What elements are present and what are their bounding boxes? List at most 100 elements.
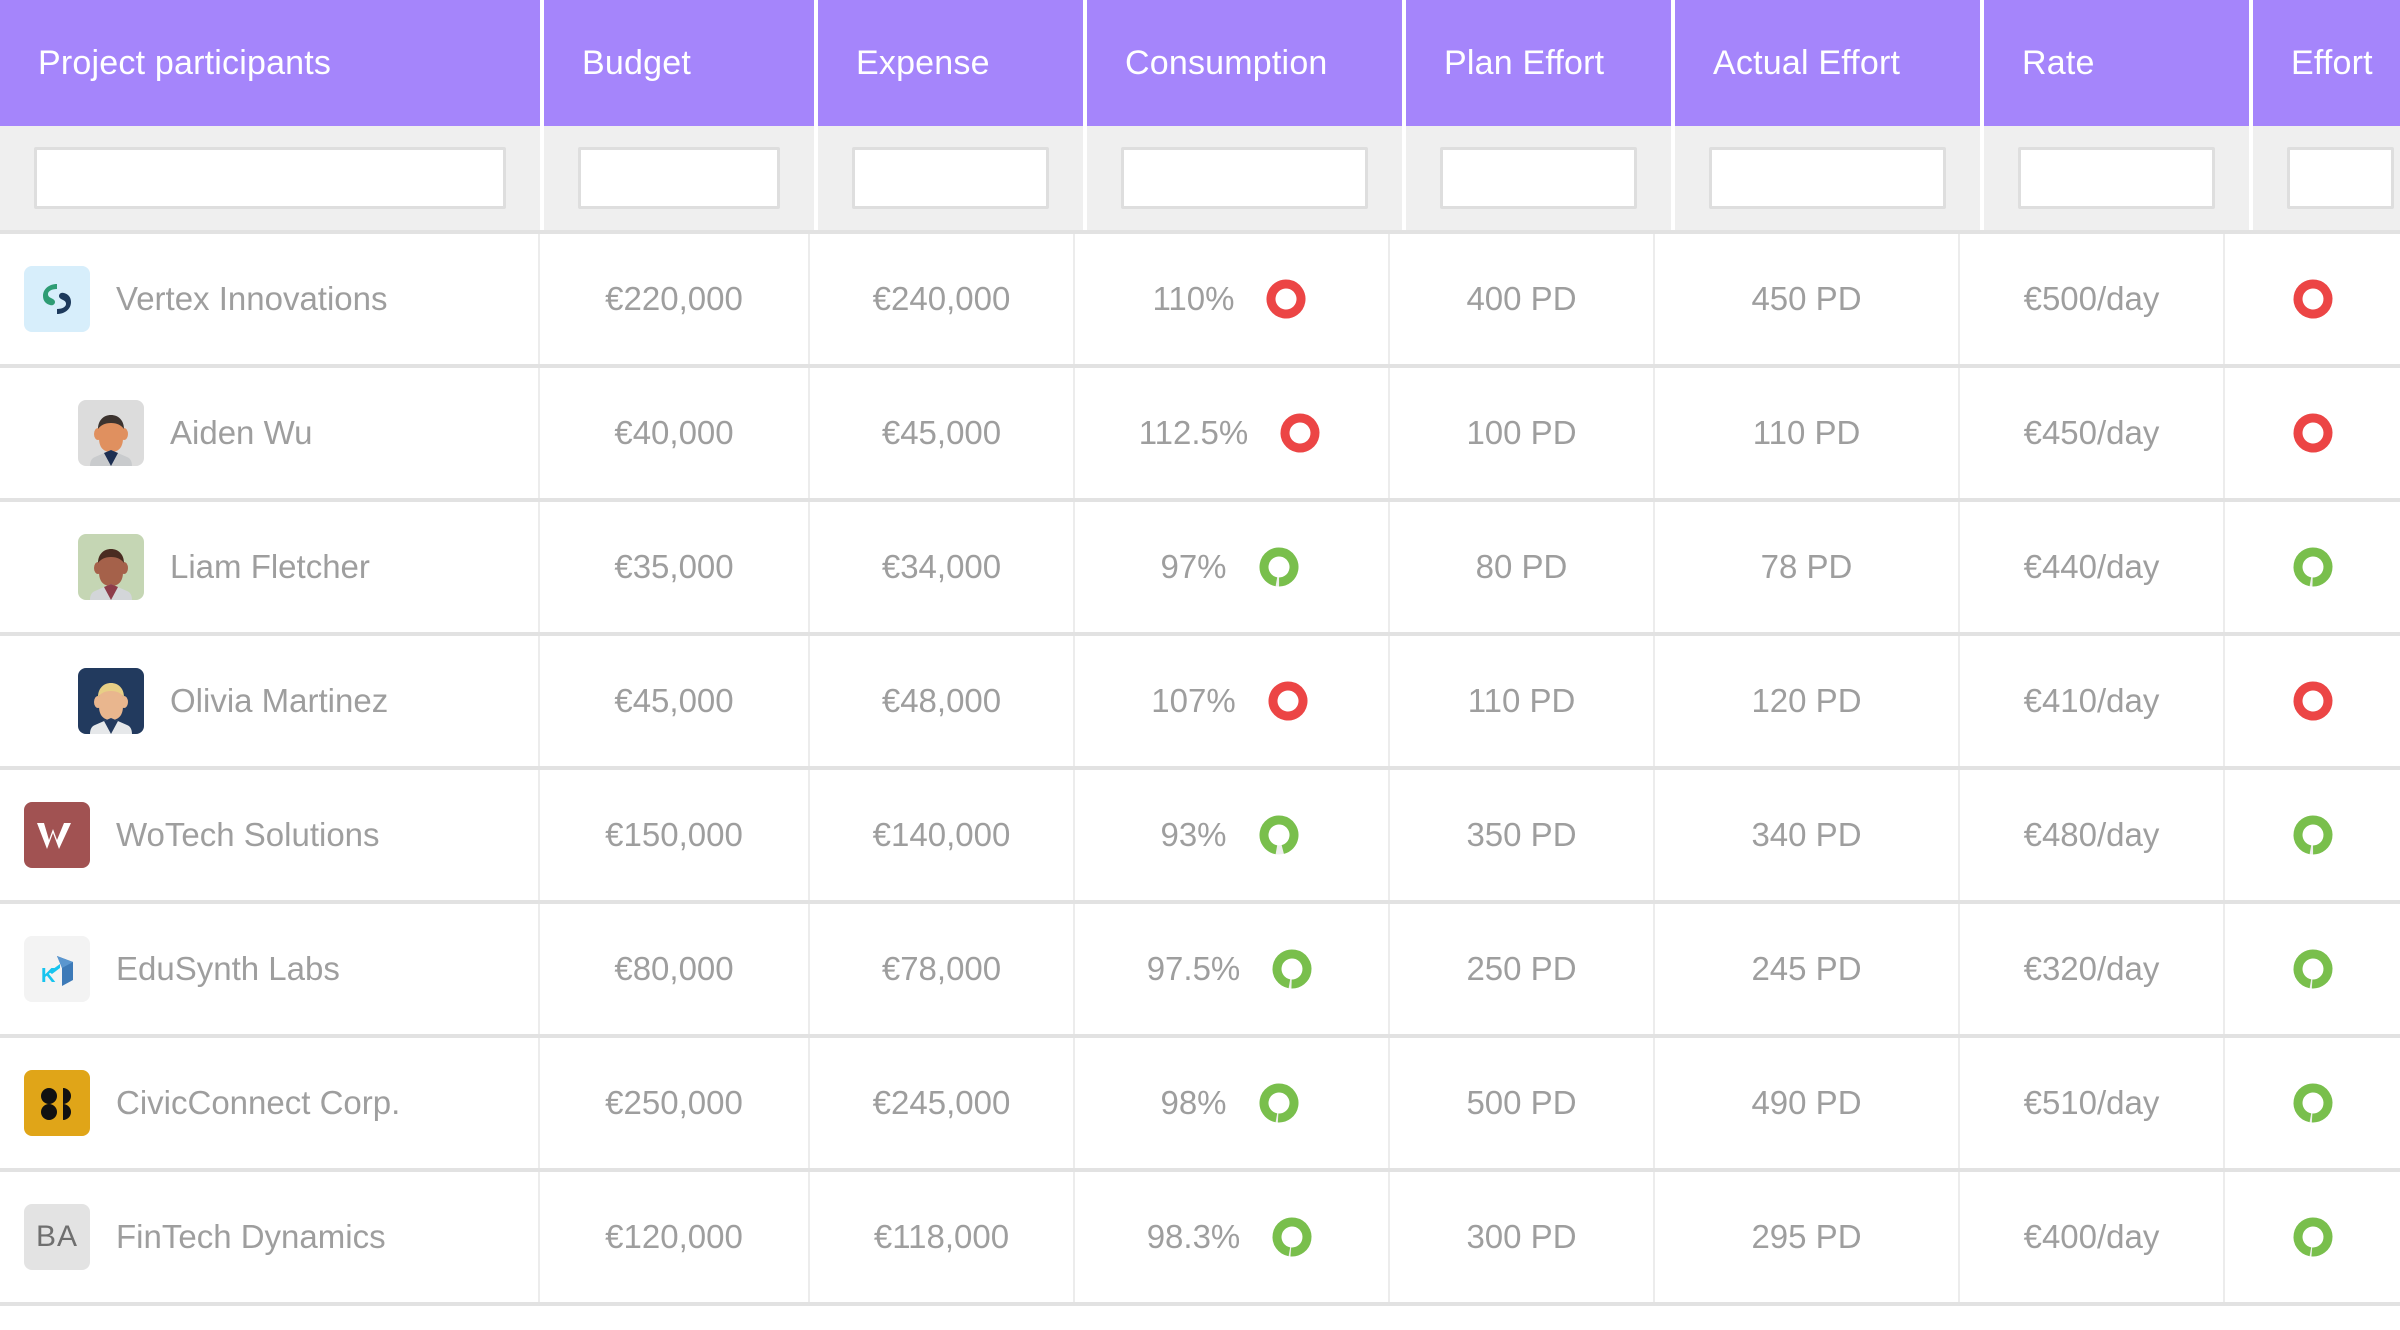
filter-input-participant[interactable] xyxy=(34,147,506,209)
filter-cell-effort xyxy=(2253,126,2400,230)
cell-plan_effort: 300 PD xyxy=(1390,1172,1655,1302)
cell-plan_effort: 100 PD xyxy=(1390,368,1655,498)
cell-actual_effort: 295 PD xyxy=(1655,1172,1960,1302)
table-row[interactable]: K EduSynth Labs €80,000 €78,000 97.5% 250 P… xyxy=(0,904,2400,1038)
filter-input-plan_effort[interactable] xyxy=(1440,147,1637,209)
column-header-plan_effort[interactable]: Plan Effort xyxy=(1406,0,1671,126)
table-filter-row xyxy=(0,126,2400,234)
cell-plan_effort: 80 PD xyxy=(1390,502,1655,632)
cell-actual_effort: 120 PD xyxy=(1655,636,1960,766)
project-participants-table: Project participants Budget Expense Consump… xyxy=(0,0,2400,1330)
cell-expense: €34,000 xyxy=(810,502,1075,632)
edusynth-logo-icon: K xyxy=(24,936,90,1002)
cell-consumption: 98.3% xyxy=(1075,1172,1390,1302)
status-donut-icon xyxy=(2293,681,2332,721)
column-header-rate[interactable]: Rate xyxy=(1984,0,2249,126)
consumption-value: 98.3% xyxy=(1146,1218,1241,1255)
cell-budget: €150,000 xyxy=(540,770,810,900)
column-header-consumption[interactable]: Consumption xyxy=(1087,0,1402,126)
table-row[interactable]: Aiden Wu €40,000 €45,000 112.5% 100 PD 110 P… xyxy=(0,368,2400,502)
avatar-olivia-martinez xyxy=(78,668,144,734)
filter-cell-expense xyxy=(818,126,1083,230)
filter-input-expense[interactable] xyxy=(852,147,1049,209)
participant-name: Olivia Martinez xyxy=(170,682,389,719)
table-row[interactable]: Vertex Innovations €220,000 €240,000 110% 4… xyxy=(0,234,2400,368)
cell-participant: Liam Fletcher xyxy=(0,502,540,632)
filter-cell-consumption xyxy=(1087,126,1402,230)
table-row[interactable]: BA FinTech Dynamics €120,000 €118,000 98.3% … xyxy=(0,1172,2400,1306)
consumption-value: 98% xyxy=(1160,1084,1227,1121)
cell-expense: €245,000 xyxy=(810,1038,1075,1168)
cell-effort xyxy=(2225,636,2400,766)
wotech-logo-icon xyxy=(24,802,90,868)
table-row[interactable]: Olivia Martinez €45,000 €48,000 107% 110 PD… xyxy=(0,636,2400,770)
filter-input-effort[interactable] xyxy=(2287,147,2394,209)
table-row[interactable]: CivicConnect Corp. €250,000 €245,000 98% 50… xyxy=(0,1038,2400,1172)
cell-actual_effort: 78 PD xyxy=(1655,502,1960,632)
table-row[interactable]: Liam Fletcher €35,000 €34,000 97% 80 PD 78 P… xyxy=(0,502,2400,636)
participant-name: FinTech Dynamics xyxy=(116,1218,386,1255)
consumption-value: 110% xyxy=(1152,280,1235,317)
cell-effort xyxy=(2225,1172,2400,1302)
filter-cell-plan_effort xyxy=(1406,126,1671,230)
participant-name: WoTech Solutions xyxy=(116,816,380,853)
cell-participant: CivicConnect Corp. xyxy=(0,1038,540,1168)
cell-participant: WoTech Solutions xyxy=(0,770,540,900)
table-header-row: Project participants Budget Expense Consump… xyxy=(0,0,2400,126)
svg-text:K: K xyxy=(41,965,56,987)
status-donut-icon xyxy=(1280,413,1320,453)
cell-participant: K EduSynth Labs xyxy=(0,904,540,1034)
filter-input-rate[interactable] xyxy=(2018,147,2215,209)
filter-input-consumption[interactable] xyxy=(1121,147,1368,209)
status-donut-icon xyxy=(1268,681,1308,721)
status-donut-icon xyxy=(1272,1217,1312,1257)
cell-effort xyxy=(2225,502,2400,632)
consumption-value: 107% xyxy=(1151,682,1236,719)
table-row[interactable]: WoTech Solutions €150,000 €140,000 93% 350 … xyxy=(0,770,2400,904)
cell-actual_effort: 490 PD xyxy=(1655,1038,1960,1168)
cell-rate: €480/day xyxy=(1960,770,2225,900)
cell-rate: €400/day xyxy=(1960,1172,2225,1302)
filter-cell-participant xyxy=(0,126,540,230)
consumption-value: 93% xyxy=(1160,816,1227,853)
column-header-budget[interactable]: Budget xyxy=(544,0,814,126)
filter-input-actual_effort[interactable] xyxy=(1709,147,1946,209)
consumption-value: 97.5% xyxy=(1146,950,1241,987)
cell-plan_effort: 400 PD xyxy=(1390,234,1655,364)
participant-name: CivicConnect Corp. xyxy=(116,1084,401,1121)
avatar-liam-fletcher xyxy=(78,534,144,600)
participant-name: Liam Fletcher xyxy=(170,548,370,585)
column-header-effort[interactable]: Effort xyxy=(2253,0,2400,126)
status-donut-icon xyxy=(2293,1083,2332,1123)
cell-expense: €45,000 xyxy=(810,368,1075,498)
status-donut-icon xyxy=(2293,1217,2332,1257)
cell-plan_effort: 250 PD xyxy=(1390,904,1655,1034)
fintech-logo-icon: BA xyxy=(24,1204,90,1270)
cell-expense: €118,000 xyxy=(810,1172,1075,1302)
table-body: Vertex Innovations €220,000 €240,000 110% 4… xyxy=(0,234,2400,1306)
cell-rate: €440/day xyxy=(1960,502,2225,632)
cell-effort xyxy=(2225,234,2400,364)
filter-input-budget[interactable] xyxy=(578,147,780,209)
column-header-participant[interactable]: Project participants xyxy=(0,0,540,126)
cell-consumption: 97.5% xyxy=(1075,904,1390,1034)
status-donut-icon xyxy=(1259,815,1299,855)
cell-rate: €510/day xyxy=(1960,1038,2225,1168)
participant-name: Aiden Wu xyxy=(170,414,313,451)
status-donut-icon xyxy=(1259,547,1299,587)
cell-rate: €410/day xyxy=(1960,636,2225,766)
cell-budget: €45,000 xyxy=(540,636,810,766)
cell-effort xyxy=(2225,368,2400,498)
cell-plan_effort: 110 PD xyxy=(1390,636,1655,766)
column-header-expense[interactable]: Expense xyxy=(818,0,1083,126)
column-header-actual_effort[interactable]: Actual Effort xyxy=(1675,0,1980,126)
cell-consumption: 97% xyxy=(1075,502,1390,632)
filter-cell-rate xyxy=(1984,126,2249,230)
cell-actual_effort: 245 PD xyxy=(1655,904,1960,1034)
vertex-logo-icon xyxy=(43,284,71,314)
cell-expense: €48,000 xyxy=(810,636,1075,766)
edusynth-logo-icon: K xyxy=(41,956,73,987)
cell-expense: €240,000 xyxy=(810,234,1075,364)
cell-actual_effort: 110 PD xyxy=(1655,368,1960,498)
cell-actual_effort: 450 PD xyxy=(1655,234,1960,364)
